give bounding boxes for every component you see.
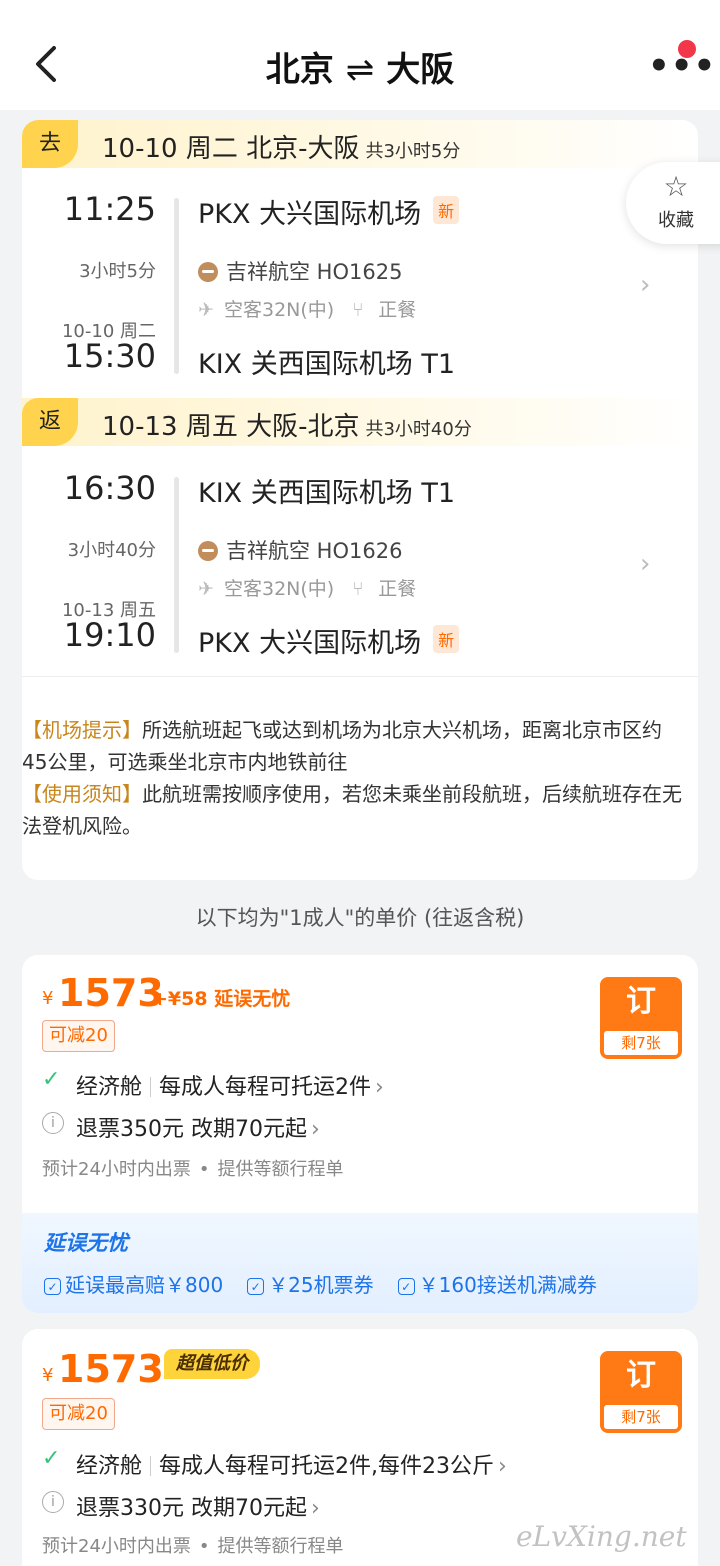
return-duration: 3小时40分 [67, 540, 156, 561]
cabin-class: 经济舱 [76, 1075, 143, 1100]
round-trip-arrow-icon: ⇌ [345, 50, 375, 90]
baggage-allowance: 每成人每程可托运2件 [159, 1075, 372, 1100]
outbound-header: 去 10-10 周二 北京-大阪 共3小时5分 [22, 120, 698, 168]
origin-city: 北京 [265, 50, 334, 90]
watermark: eLvXing.net [516, 1520, 687, 1553]
super-value-badge: 超值低价 [164, 1349, 260, 1379]
discount-badge: 可减20 [42, 1020, 115, 1052]
checkbox-icon: ✓ [247, 1278, 265, 1295]
favorite-button[interactable]: ☆ 收藏 [626, 162, 720, 244]
destination-city: 大阪 [386, 50, 455, 90]
notice-block: 【机场提示】所选航班起飞或达到机场为北京大兴机场，距离北京市区约45公里，可选乘… [22, 714, 682, 842]
airline-logo-icon [198, 262, 218, 282]
outbound-chevron-icon[interactable]: › [640, 270, 650, 300]
delay-insurance-title: 延误无忧 [44, 1231, 128, 1255]
outbound-title: 10-10 周二 北京-大阪 [102, 134, 360, 164]
ticketing-note: 预计24小时内出票 • 提供等额行程单 [42, 1159, 344, 1180]
benefit-item: ✓ ￥160接送机满减券 [397, 1273, 597, 1297]
return-tag: 返 [22, 398, 78, 446]
checkbox-icon: ✓ [44, 1278, 61, 1295]
return-title: 10-13 周五 大阪-北京 [102, 412, 360, 442]
refund-policy: 退票350元 改期70元起 [76, 1117, 307, 1142]
outbound-aircraft-info: ✈ 空客32N(中) ⑂ 正餐 [198, 299, 417, 321]
chevron-right-icon: › [310, 1496, 320, 1521]
delay-insurance-panel[interactable]: 延误无忧 ✓ 延误最高赔￥800 ✓ ￥25机票券 ✓ ￥160接送机满减券 [22, 1213, 698, 1313]
chevron-right-icon: › [375, 1075, 384, 1100]
outbound-arrive-airport: KIX 关西国际机场 T1 [198, 349, 456, 380]
currency-symbol: ¥ [42, 1365, 54, 1386]
airport-tip: 【机场提示】所选航班起飞或达到机场为北京大兴机场，距离北京市区约45公里，可选乘… [22, 714, 682, 778]
meal-icon: ⑂ [352, 578, 364, 600]
delay-insurance-benefits: ✓ 延误最高赔￥800 ✓ ￥25机票券 ✓ ￥160接送机满减券 [44, 1269, 684, 1298]
return-arrive-time: 19:10 [63, 616, 156, 654]
new-badge: 新 [433, 625, 460, 653]
seats-remaining: 剩7张 [604, 1405, 678, 1429]
baggage-row[interactable]: 经济舱 每成人每程可托运2件,每件23公斤 › [76, 1448, 507, 1480]
outbound-depart-time: 11:25 [63, 190, 156, 228]
plane-icon: ✈ [198, 578, 214, 600]
outbound-airline: 吉祥航空 HO1625 [198, 256, 402, 286]
new-badge: 新 [433, 196, 460, 224]
return-depart-airport: KIX 关西国际机场 T1 [198, 478, 456, 509]
usage-notice-label: 【使用须知】 [22, 782, 142, 806]
currency-symbol: ¥ [42, 988, 54, 1009]
cabin-class: 经济舱 [76, 1454, 143, 1479]
check-icon: ✓ [42, 1446, 61, 1471]
discount-badge: 可减20 [42, 1398, 115, 1430]
info-icon: i [42, 1491, 64, 1513]
flight-details-card: 去 10-10 周二 北京-大阪 共3小时5分 11:25 PKX 大兴国际机场新… [22, 120, 698, 880]
return-aircraft-info: ✈ 空客32N(中) ⑂ 正餐 [198, 578, 417, 600]
fare-price: 1573 [58, 1347, 164, 1391]
book-button-label: 订 [626, 984, 656, 1019]
benefit-item: ✓ ￥25机票券 [247, 1273, 374, 1297]
plane-icon: ✈ [198, 299, 214, 321]
notification-dot [678, 40, 696, 58]
route-title: 北京 ⇌ 大阪 [0, 42, 720, 91]
chevron-right-icon: › [310, 1117, 320, 1142]
benefit-item: ✓ 延误最高赔￥800 [44, 1273, 223, 1297]
fare-option-card[interactable]: ¥ 1573 +¥58 延误无忧 可减20 订 剩7张 ✓ 经济舱 每成人每程可托… [22, 955, 698, 1313]
nav-header: 北京 ⇌ 大阪 ••• [0, 0, 720, 110]
book-button[interactable]: 订 剩7张 [600, 1351, 682, 1433]
chevron-right-icon: › [498, 1454, 507, 1479]
delay-addon-price[interactable]: +¥58 延误无忧 [152, 984, 290, 1011]
book-button-label: 订 [626, 1358, 656, 1393]
usage-notice: 【使用须知】此航班需按顺序使用，若您未乘坐前段航班，后续航班存在无法登机风险。 [22, 778, 682, 842]
return-depart-time: 16:30 [63, 469, 156, 507]
return-arrive-airport: PKX 大兴国际机场新 [198, 621, 460, 660]
book-button[interactable]: 订 剩7张 [600, 977, 682, 1059]
outbound-depart-airport: PKX 大兴国际机场新 [198, 192, 460, 231]
refund-policy: 退票330元 改期70元起 [76, 1496, 307, 1521]
price-note: 以下均为"1成人"的单价 (往返含税) [195, 906, 525, 930]
return-header: 返 10-13 周五 大阪-北京 共3小时40分 [22, 398, 698, 446]
star-icon: ☆ [663, 170, 689, 203]
return-airline: 吉祥航空 HO1626 [198, 535, 402, 565]
outbound-duration: 3小时5分 [79, 261, 156, 282]
outbound-tag: 去 [22, 120, 78, 168]
outbound-arrive-time: 15:30 [63, 337, 156, 375]
refund-row[interactable]: 退票330元 改期70元起 › [76, 1490, 320, 1522]
seats-remaining: 剩7张 [604, 1031, 678, 1055]
meal-icon: ⑂ [352, 299, 364, 321]
refund-row[interactable]: 退票350元 改期70元起 › [76, 1111, 320, 1143]
info-icon: i [42, 1112, 64, 1134]
airline-logo-icon [198, 541, 218, 561]
baggage-row[interactable]: 经济舱 每成人每程可托运2件 › [76, 1069, 384, 1101]
outbound-total-duration: 共3小时5分 [365, 141, 461, 162]
fare-price: 1573 [58, 971, 164, 1015]
check-icon: ✓ [42, 1067, 61, 1092]
return-chevron-icon[interactable]: › [640, 549, 650, 579]
ticketing-note: 预计24小时内出票 • 提供等额行程单 [42, 1536, 344, 1557]
checkbox-icon: ✓ [397, 1278, 415, 1295]
divider [22, 676, 698, 677]
return-total-duration: 共3小时40分 [365, 419, 472, 440]
favorite-label: 收藏 [658, 210, 694, 231]
baggage-allowance: 每成人每程可托运2件,每件23公斤 [159, 1454, 495, 1479]
timeline-line [174, 198, 179, 374]
timeline-line [174, 477, 179, 653]
airport-tip-label: 【机场提示】 [22, 718, 142, 742]
